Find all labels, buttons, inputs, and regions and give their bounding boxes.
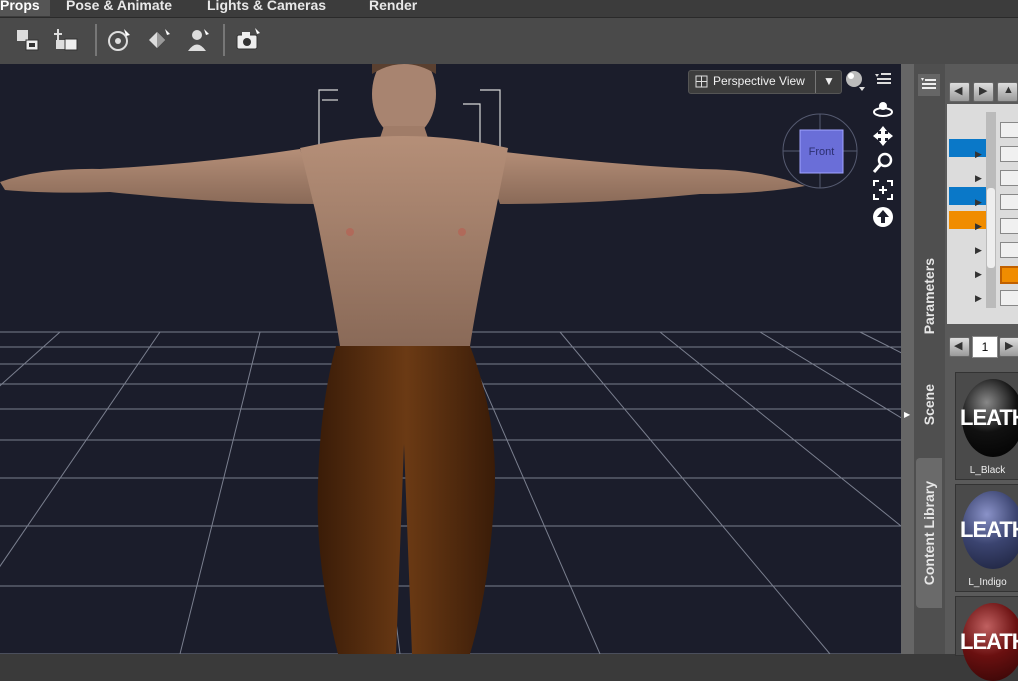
prev-page-button[interactable]: ◀: [949, 337, 970, 357]
frame-icon[interactable]: [872, 179, 894, 201]
tab-parameters-label: Parameters: [921, 257, 937, 335]
folder-icon-active: [1000, 266, 1018, 284]
camera-icon[interactable]: [234, 26, 262, 54]
material-preview-text: LEATH: [960, 629, 1018, 654]
view-selector[interactable]: Perspective View ▼: [688, 70, 842, 94]
tree-scrollbar[interactable]: [986, 112, 996, 308]
chevron-right-icon[interactable]: ▶: [904, 410, 910, 419]
tab-scene-label: Scene: [921, 384, 937, 426]
viewport-scene: [0, 64, 901, 654]
material-label: L_Black: [969, 465, 1006, 476]
tree-row-selected[interactable]: [949, 139, 988, 157]
tab-content-library-label: Content Library: [921, 480, 937, 586]
zoom-icon[interactable]: [872, 152, 894, 174]
tree-row-selected[interactable]: [949, 187, 988, 205]
material-preview-text: LEATH: [960, 405, 1018, 430]
view-grid-icon: [695, 75, 708, 88]
toolbar-separator: [223, 24, 225, 56]
folder-icon: [1000, 218, 1018, 234]
tab-props[interactable]: Props: [0, 0, 50, 16]
back-button[interactable]: ◀: [949, 82, 970, 102]
draw-style-sphere-icon[interactable]: [845, 70, 867, 92]
up-folder-button[interactable]: ▲: [997, 82, 1018, 102]
folder-icon: [1000, 122, 1018, 138]
forward-button[interactable]: ▶: [973, 82, 994, 102]
folder-icon: [1000, 170, 1018, 186]
rotate-tool-icon[interactable]: [106, 26, 134, 54]
chevron-down-icon[interactable]: ▼: [823, 74, 835, 88]
reset-view-icon[interactable]: [872, 206, 894, 228]
material-thumbnail[interactable]: LEATH: [955, 596, 1018, 681]
next-page-button[interactable]: ▶: [999, 337, 1018, 357]
folder-icon: [1000, 146, 1018, 162]
human-figure[interactable]: [0, 64, 901, 654]
orbit-icon[interactable]: [872, 98, 894, 120]
material-thumbnail[interactable]: LEATH L_Black: [955, 372, 1018, 480]
panel-splitter[interactable]: ▶: [901, 64, 914, 654]
folder-icon: [1000, 242, 1018, 258]
viewport-menu-icon[interactable]: [874, 72, 892, 88]
tab-pose-animate[interactable]: Pose & Animate: [66, 0, 172, 16]
main-tab-bar: Props Pose & Animate Lights & Cameras Re…: [0, 0, 1018, 18]
tree-expanders[interactable]: ▶ ▶ ▶ ▶ ▶ ▶ ▶: [975, 142, 982, 310]
add-prop-icon[interactable]: [14, 26, 42, 54]
material-thumbnail[interactable]: LEATH L_Indigo: [955, 484, 1018, 592]
tab-content-library[interactable]: Content Library: [916, 458, 942, 608]
page-number[interactable]: 1: [972, 336, 998, 358]
view-cube-label: Front: [808, 146, 835, 158]
3d-viewport[interactable]: [0, 64, 901, 654]
pan-icon[interactable]: [872, 125, 894, 147]
tree-row-highlighted[interactable]: [949, 211, 988, 229]
folder-icon: [1000, 290, 1018, 306]
folder-icon: [1000, 194, 1018, 210]
material-preview-text: LEATH: [960, 517, 1018, 542]
material-tool-icon[interactable]: [145, 26, 173, 54]
tab-render[interactable]: Render: [369, 0, 417, 16]
tab-scene[interactable]: Scene: [916, 370, 942, 440]
panel-menu-icon[interactable]: [918, 74, 940, 96]
tab-lights-cameras[interactable]: Lights & Cameras: [207, 0, 326, 16]
toolbar-separator: [95, 24, 97, 56]
divider: [815, 71, 816, 93]
load-prop-icon[interactable]: [52, 26, 80, 54]
tab-parameters[interactable]: Parameters: [916, 240, 942, 352]
figure-tool-icon[interactable]: [184, 26, 212, 54]
view-label: Perspective View: [713, 74, 805, 88]
material-label: L_Indigo: [968, 577, 1007, 588]
